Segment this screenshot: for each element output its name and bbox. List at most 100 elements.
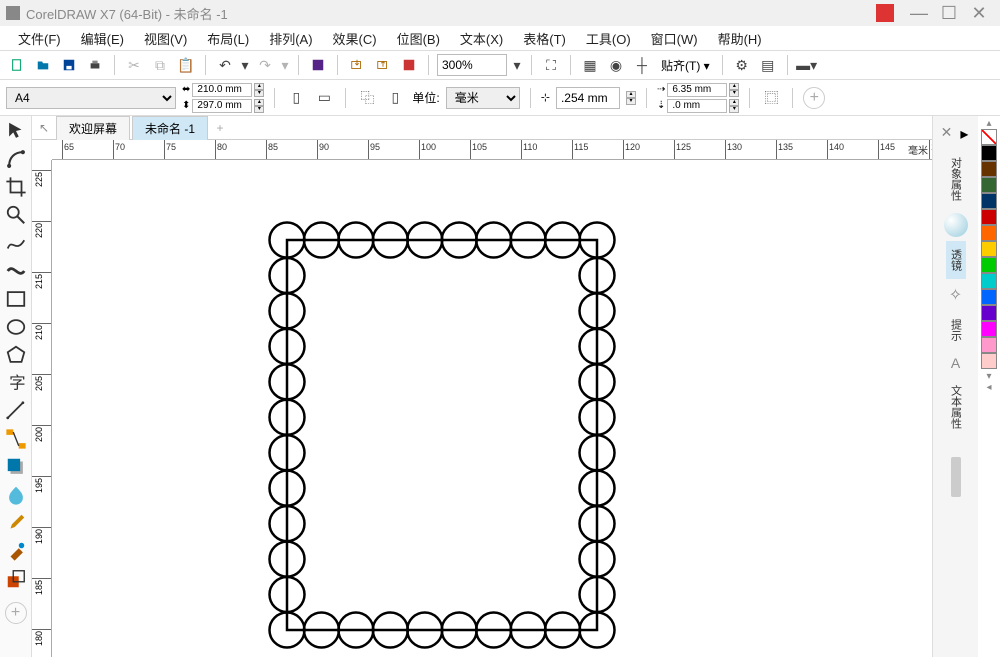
user-icon[interactable]	[876, 4, 894, 22]
docker-tab-lens[interactable]: 透镜	[946, 241, 966, 279]
cut-icon[interactable]: ✂	[123, 54, 145, 76]
spin-up[interactable]: ▴	[254, 99, 264, 106]
menu-view[interactable]: 视图(V)	[134, 29, 197, 48]
no-color-swatch[interactable]	[981, 129, 997, 145]
page-size-select[interactable]: A4	[6, 87, 176, 109]
zoom-tool-icon[interactable]	[5, 204, 27, 226]
redo-dropdown-icon[interactable]: ▾	[280, 54, 290, 76]
app-launcher-icon[interactable]: ▬▾	[796, 54, 818, 76]
color-eyedropper-icon[interactable]	[5, 512, 27, 534]
copy-icon[interactable]: ⧉	[149, 54, 171, 76]
menu-file[interactable]: 文件(F)	[8, 29, 71, 48]
drop-shadow-icon[interactable]	[5, 456, 27, 478]
artistic-media-icon[interactable]	[5, 260, 27, 282]
pick-tool-icon[interactable]	[5, 120, 27, 142]
docker-tab-text-properties[interactable]: 文本属性	[946, 377, 966, 437]
color-swatch[interactable]	[981, 177, 997, 193]
color-swatch[interactable]	[981, 161, 997, 177]
new-tab-button[interactable]: +	[210, 121, 230, 135]
tab-document[interactable]: 未命名 -1	[132, 116, 208, 140]
portrait-icon[interactable]: ▯	[285, 87, 307, 109]
rectangle-tool-icon[interactable]	[5, 288, 27, 310]
tab-welcome[interactable]: 欢迎屏幕	[56, 116, 130, 140]
zoom-dropdown-icon[interactable]: ▾	[511, 54, 523, 76]
launch-icon[interactable]: ▤	[757, 54, 779, 76]
spin-down[interactable]: ▾	[729, 106, 739, 113]
landscape-icon[interactable]: ▭	[313, 87, 335, 109]
parallel-dimension-icon[interactable]	[5, 400, 27, 422]
treat-as-filled-icon[interactable]: ⿴	[760, 87, 782, 109]
palette-scroll-down-icon[interactable]: ▾	[986, 371, 991, 382]
color-swatch[interactable]	[981, 321, 997, 337]
spin-down[interactable]: ▾	[254, 106, 264, 113]
spin-up[interactable]: ▴	[626, 91, 636, 98]
open-icon[interactable]	[32, 54, 54, 76]
spin-down[interactable]: ▾	[729, 90, 739, 97]
minimize-button[interactable]: —	[904, 3, 934, 24]
canvas[interactable]	[52, 160, 932, 657]
current-page-icon[interactable]: ▯	[384, 87, 406, 109]
color-swatch[interactable]	[981, 145, 997, 161]
nudge-input[interactable]	[556, 87, 620, 109]
menu-tools[interactable]: 工具(O)	[576, 29, 641, 48]
menu-help[interactable]: 帮助(H)	[708, 29, 772, 48]
shape-tool-icon[interactable]	[5, 148, 27, 170]
color-swatch[interactable]	[981, 289, 997, 305]
ellipse-tool-icon[interactable]	[5, 316, 27, 338]
docker-close-icon[interactable]: ✕	[937, 120, 957, 145]
color-swatch[interactable]	[981, 257, 997, 273]
spin-down[interactable]: ▾	[254, 90, 264, 97]
menu-window[interactable]: 窗口(W)	[641, 29, 708, 48]
maximize-button[interactable]: ☐	[934, 3, 964, 24]
print-icon[interactable]	[84, 54, 106, 76]
menu-effects[interactable]: 效果(C)	[323, 29, 387, 48]
export-icon[interactable]	[372, 54, 394, 76]
grid-icon[interactable]: ◉	[605, 54, 627, 76]
snap-dropdown[interactable]: 贴齐(T) ▾	[657, 57, 714, 74]
connector-tool-icon[interactable]	[5, 428, 27, 450]
close-button[interactable]: ✕	[964, 3, 994, 24]
docker-flyout-icon[interactable]: ▸	[960, 124, 974, 138]
polygon-tool-icon[interactable]	[5, 344, 27, 366]
text-tool-icon[interactable]: 字	[5, 372, 27, 394]
dup-x-input[interactable]	[667, 83, 727, 97]
lens-icon[interactable]	[944, 213, 968, 237]
ruler-horizontal[interactable]: 毫米 6570758085909510010511011512012513013…	[52, 140, 932, 160]
spin-up[interactable]: ▴	[729, 83, 739, 90]
redo-icon[interactable]: ↷	[254, 54, 276, 76]
publish-icon[interactable]	[398, 54, 420, 76]
palette-flyout-icon[interactable]: ◂	[986, 382, 991, 393]
docker-tab-hints[interactable]: 提示	[946, 311, 966, 349]
spin-up[interactable]: ▴	[254, 83, 264, 90]
color-swatch[interactable]	[981, 225, 997, 241]
menu-layout[interactable]: 布局(L)	[197, 29, 259, 48]
all-pages-icon[interactable]: ⿻	[356, 87, 378, 109]
zoom-input[interactable]	[437, 54, 507, 76]
page-width-input[interactable]	[192, 83, 252, 97]
quickcustomize-button[interactable]: +	[803, 87, 825, 109]
menu-edit[interactable]: 编辑(E)	[71, 29, 134, 48]
import-icon[interactable]	[346, 54, 368, 76]
ruler-vertical[interactable]: 225220215210205200195190185180	[32, 160, 52, 657]
page-height-input[interactable]	[192, 99, 252, 113]
save-icon[interactable]	[58, 54, 80, 76]
menu-bitmap[interactable]: 位图(B)	[387, 29, 450, 48]
undo-dropdown-icon[interactable]: ▾	[240, 54, 250, 76]
color-swatch[interactable]	[981, 305, 997, 321]
palette-scroll-up-icon[interactable]: ▴	[986, 118, 991, 129]
undo-icon[interactable]: ↶	[214, 54, 236, 76]
color-swatch[interactable]	[981, 337, 997, 353]
menu-arrange[interactable]: 排列(A)	[259, 29, 322, 48]
new-icon[interactable]	[6, 54, 28, 76]
color-swatch[interactable]	[981, 241, 997, 257]
menu-table[interactable]: 表格(T)	[513, 29, 576, 48]
color-swatch[interactable]	[981, 353, 997, 369]
crop-tool-icon[interactable]	[5, 176, 27, 198]
options-icon[interactable]: ⚙	[731, 54, 753, 76]
rulers-icon[interactable]: ▦	[579, 54, 601, 76]
scrollbar-thumb[interactable]	[951, 457, 961, 497]
drawing-content[interactable]	[262, 220, 622, 650]
smart-fill-icon[interactable]	[5, 568, 27, 590]
freehand-tool-icon[interactable]	[5, 232, 27, 254]
interactive-fill-icon[interactable]	[5, 540, 27, 562]
